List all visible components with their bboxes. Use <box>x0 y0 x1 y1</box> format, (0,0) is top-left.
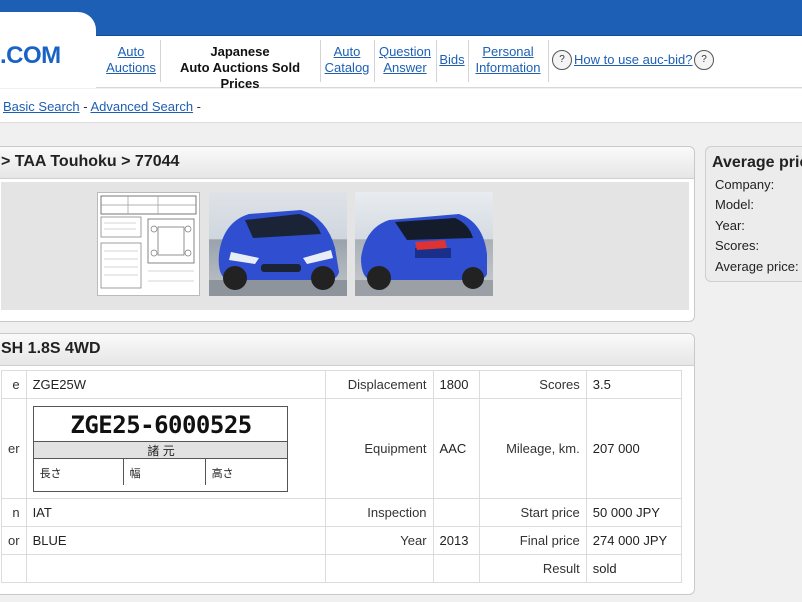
scores-label: Scores <box>479 370 587 399</box>
nav-bids-link[interactable]: Bids <box>439 52 464 67</box>
nav-personal-line2[interactable]: Information <box>475 60 540 75</box>
chassis-label: e <box>1 370 27 399</box>
plate-cell: ZGE25-6000525 諸 元 長さ 幅 高さ <box>25 398 327 499</box>
final-price-value: 274 000 JPY <box>585 526 683 555</box>
nav-sold-prices[interactable]: Japanese Auto Auctions Sold Prices <box>162 44 318 92</box>
search-links: Basic Search - Advanced Search - <box>3 99 201 114</box>
table-row: er ZGE25-6000525 諸 元 長さ 幅 高さ Equipment A… <box>1 398 683 499</box>
result-value: sold <box>585 554 683 583</box>
avg-company-label: Company: <box>715 177 775 192</box>
table-row: Result sold <box>1 554 683 583</box>
inspection-label: Inspection <box>325 498 434 527</box>
help-icon-right[interactable]: ? <box>694 50 714 70</box>
nav-auto-auctions-line1[interactable]: Auto <box>118 44 145 59</box>
spec-table: e ZGE25W Displacement 1800 Scores 3.5 er… <box>1 370 683 583</box>
nav-question-answer[interactable]: Question Answer <box>376 44 434 76</box>
auction-sheet-image[interactable] <box>97 192 200 296</box>
plate-number: ZGE25-6000525 <box>70 410 252 439</box>
breadcrumb: > TAA Touhoku > 77044 <box>0 147 694 179</box>
average-price-panel: Average pric Company: Model: Year: Score… <box>705 146 802 282</box>
site-logo[interactable]: .COM <box>0 42 61 70</box>
basic-search-link[interactable]: Basic Search <box>3 99 80 114</box>
plate-cell-height: 高さ <box>211 467 234 480</box>
empty-cell <box>325 554 434 583</box>
car-front-photo[interactable] <box>209 192 347 296</box>
mileage-label: Mileage, km. <box>479 398 587 499</box>
inspection-value <box>432 498 481 527</box>
nav-question-line1[interactable]: Question <box>379 44 431 59</box>
car-rear-photo[interactable] <box>355 192 493 296</box>
color-value: BLUE <box>25 526 327 555</box>
nav-personal-line1[interactable]: Personal <box>482 44 533 59</box>
avg-price-label: Average price: <box>715 259 799 274</box>
plate-cells: 長さ 幅 高さ <box>34 458 287 485</box>
nav-sold-prices-line2: Auto Auctions Sold Prices <box>179 60 301 91</box>
table-row: or BLUE Year 2013 Final price 274 000 JP… <box>1 526 683 555</box>
logo-tab: .COM <box>0 12 96 88</box>
advanced-search-link[interactable]: Advanced Search <box>90 99 193 114</box>
color-label: or <box>1 526 27 555</box>
mileage-value: 207 000 <box>585 398 683 499</box>
equipment-value: AAC <box>432 398 481 499</box>
nav-auto-catalog[interactable]: Auto Catalog <box>322 44 372 76</box>
chassis-value: ZGE25W <box>25 370 327 399</box>
help-icon[interactable]: ? <box>552 50 572 70</box>
avg-scores-label: Scores: <box>715 238 760 253</box>
nav-bids[interactable]: Bids <box>438 52 466 68</box>
nav-auto-auctions-line2[interactable]: Auctions <box>106 60 156 75</box>
how-to-use-link[interactable]: How to use auc-bid? <box>574 52 693 67</box>
equipment-label: Equipment <box>325 398 434 499</box>
plate-header: 諸 元 <box>33 440 287 459</box>
search-sep-1: - <box>79 99 91 114</box>
nav-sold-prices-line1: Japanese <box>210 44 270 59</box>
avg-year-label: Year: <box>715 218 745 233</box>
avg-model-label: Model: <box>715 197 755 212</box>
number-label: er <box>1 398 27 499</box>
main-nav: Auto Auctions Japanese Auto Auctions Sol… <box>96 36 802 91</box>
start-price-value: 50 000 JPY <box>585 498 683 527</box>
photo-strip <box>1 182 689 310</box>
transmission-value: IAT <box>25 498 327 527</box>
result-label: Result <box>479 554 587 583</box>
nav-auto-catalog-line2[interactable]: Catalog <box>325 60 370 75</box>
lot-details-panel: SH 1.8S 4WD e ZGE25W Displacement 1800 S… <box>0 333 695 595</box>
lot-title: SH 1.8S 4WD <box>0 334 694 366</box>
empty-cell <box>1 554 27 583</box>
start-price-label: Start price <box>479 498 587 527</box>
year-label: Year <box>325 526 434 555</box>
year-value: 2013 <box>432 526 481 555</box>
displacement-label: Displacement <box>325 370 434 399</box>
top-bar <box>0 0 802 36</box>
nav-question-line2[interactable]: Answer <box>383 60 426 75</box>
table-row: n IAT Inspection Start price 50 000 JPY <box>1 498 683 527</box>
photos-panel: > TAA Touhoku > 77044 <box>0 146 695 322</box>
chassis-plate-image[interactable]: ZGE25-6000525 諸 元 長さ 幅 高さ <box>32 405 288 492</box>
search-bar: Basic Search - Advanced Search - <box>0 89 802 123</box>
search-sep-2: - <box>193 99 202 114</box>
table-row: e ZGE25W Displacement 1800 Scores 3.5 <box>1 370 683 399</box>
transmission-label: n <box>1 498 27 527</box>
nav-auto-catalog-line1[interactable]: Auto <box>334 44 361 59</box>
empty-cell <box>25 554 327 583</box>
plate-cell-length: 長さ <box>34 458 124 485</box>
empty-cell <box>432 554 481 583</box>
average-price-title: Average pric <box>712 154 802 171</box>
scores-value: 3.5 <box>585 370 683 399</box>
plate-cell-width: 幅 <box>124 458 206 485</box>
final-price-label: Final price <box>479 526 587 555</box>
nav-auto-auctions[interactable]: Auto Auctions <box>104 44 158 76</box>
nav-personal-information[interactable]: Personal Information <box>470 44 546 76</box>
displacement-value: 1800 <box>432 370 481 399</box>
